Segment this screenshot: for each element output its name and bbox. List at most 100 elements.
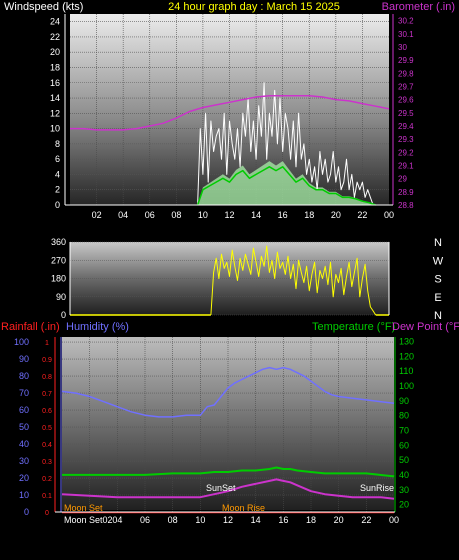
compass-label: W (433, 255, 444, 267)
wind-hour-tick-label: 14 (251, 210, 261, 220)
climate-hour-tick-label: 10 (195, 515, 205, 525)
wind-hour-tick-label: 12 (224, 210, 234, 220)
sunrise-label: SunRise (360, 483, 394, 493)
barometer-tick-label: 29.5 (398, 109, 414, 118)
temperature-tick-label: 130 (399, 336, 414, 346)
direction-degree-label: 90 (56, 292, 66, 302)
windspeed-tick-label: 2 (55, 185, 60, 195)
climate-hour-tick-label: 16 (278, 515, 288, 525)
climate-hour-tick-label: 08 (168, 515, 178, 525)
windspeed-tick-label: 24 (50, 17, 60, 27)
wind-hour-tick-label: 04 (118, 210, 128, 220)
direction-degree-labels: 0 90 180 270 360 (51, 237, 66, 320)
weather-graph-page: Windspeed (kts) 24 hour graph day : Marc… (0, 0, 459, 555)
temperature-tick-label: 50 (399, 455, 409, 465)
wind-hour-tick-label: 08 (171, 210, 181, 220)
windspeed-tick-label: 4 (55, 169, 60, 179)
rainfall-tick-label: 0.2 (42, 476, 52, 483)
rainfall-tick-label: 0.8 (42, 374, 52, 381)
rainfall-tick-label: 0.7 (42, 391, 52, 398)
climate-hour-tick-label: 14 (251, 515, 261, 525)
humidity-tick-label: 40 (19, 439, 29, 449)
rainfall-tick-label: 0 (45, 510, 49, 517)
windspeed-tick-label: 16 (50, 78, 60, 88)
rainfall-tick-labels: 0 0.1 0.2 0.3 0.4 0.5 0.6 0.7 0.8 0.9 1 (42, 340, 52, 517)
rainfall-tick-label: 0.3 (42, 459, 52, 466)
climate-hour-tick-label: 04 (112, 515, 122, 525)
barometer-tick-label: 30.2 (398, 17, 414, 26)
windspeed-tick-label: 10 (50, 124, 60, 134)
sunset-label: SunSet (206, 483, 236, 493)
graph-title: 24 hour graph day : March 15 2025 (168, 1, 340, 13)
barometer-tick-label: 29.8 (398, 69, 414, 78)
rainfall-tick-label: 0.9 (42, 357, 52, 364)
wind-hour-tick-label: 02 (92, 210, 102, 220)
rainfall-tick-label: 1 (45, 340, 49, 347)
climate-hour-tick-label: 06 (140, 515, 150, 525)
humidity-tick-label: 0 (24, 507, 29, 517)
barometer-tick-label: 30.1 (398, 30, 414, 39)
climate-hour-tick-label: 12 (223, 515, 233, 525)
windspeed-tick-label: 8 (55, 139, 60, 149)
direction-degree-label: 0 (61, 310, 66, 320)
climate-hour-tick-label: 00 (389, 515, 399, 525)
direction-degree-label: 270 (51, 255, 66, 265)
wind-hour-tick-label: 00 (384, 210, 394, 220)
climate-panel: Rainfall (.in) Humidity (%) Temperature … (1, 321, 459, 525)
climate-hour-tick-label: 22 (361, 515, 371, 525)
humidity-tick-label: 30 (19, 456, 29, 466)
humidity-tick-label: 60 (19, 405, 29, 415)
wind-hour-tick-label: 10 (198, 210, 208, 220)
windspeed-tick-label: 12 (50, 108, 60, 118)
barometer-tick-label: 29.6 (398, 96, 414, 105)
humidity-tick-label: 70 (19, 388, 29, 398)
moon-set-axis-label: Moon Set02 (64, 515, 113, 525)
windspeed-tick-labels: 024681012141618202224 (50, 17, 60, 210)
moon-set-label: Moon Set (64, 503, 103, 513)
climate-hour-tick-labels: 04 06 08 10 12 14 16 18 20 22 00 (112, 515, 399, 525)
temperature-tick-label: 40 (399, 470, 409, 480)
barometer-tick-label: 28.8 (398, 201, 414, 210)
wind-hour-tick-label: 18 (304, 210, 314, 220)
compass-label: S (434, 274, 441, 286)
wind-hour-tick-label: 16 (278, 210, 288, 220)
humidity-tick-label: 90 (19, 354, 29, 364)
temperature-tick-label: 110 (399, 366, 413, 376)
wind-hour-tick-label: 06 (145, 210, 155, 220)
temperature-tick-label: 30 (399, 485, 409, 495)
humidity-tick-labels: 0 10 20 30 40 50 60 70 80 90 100 (14, 337, 29, 517)
temperature-tick-label: 20 (399, 500, 409, 510)
temperature-tick-label: 90 (399, 396, 409, 406)
temperature-tick-labels: 20 30 40 50 60 70 80 90 100 110 120 130 (399, 336, 414, 509)
temperature-tick-label: 70 (399, 425, 409, 435)
rainfall-tick-label: 0.6 (42, 408, 52, 415)
direction-plot-area (70, 242, 389, 315)
rainfall-tick-label: 0.1 (42, 493, 52, 500)
wind-hour-tick-label: 20 (331, 210, 341, 220)
wind-hour-tick-labels: 02 04 06 08 10 12 14 16 18 20 22 00 (92, 210, 394, 220)
barometer-tick-label: 29.9 (398, 56, 414, 65)
windspeed-tick-label: 20 (50, 47, 60, 57)
temperature-tick-label: 120 (399, 351, 414, 361)
wind-hour-tick-label: 22 (357, 210, 367, 220)
rainfall-tick-label: 0.4 (42, 442, 52, 449)
direction-degree-label: 360 (51, 237, 66, 247)
temperature-tick-label: 80 (399, 411, 409, 421)
compass-label: E (434, 292, 441, 304)
humidity-axis-title: Humidity (%) (66, 321, 129, 333)
barometer-tick-label: 29.2 (398, 148, 414, 157)
barometer-axis-title: Barometer (.in) (382, 1, 455, 13)
moon-rise-label: Moon Rise (222, 503, 265, 513)
humidity-tick-label: 80 (19, 371, 29, 381)
barometer-tick-label: 29.4 (398, 122, 414, 131)
barometer-tick-label: 29.7 (398, 82, 414, 91)
temperature-tick-label: 100 (399, 381, 414, 391)
rainfall-axis-title: Rainfall (.in) (1, 321, 60, 333)
humidity-tick-label: 10 (19, 490, 29, 500)
windspeed-tick-label: 22 (50, 32, 60, 42)
humidity-tick-label: 100 (14, 337, 29, 347)
temperature-axis-title: Temperature (°F) (312, 321, 395, 333)
barometer-tick-label: 29 (398, 175, 407, 184)
climate-hour-tick-label: 18 (306, 515, 316, 525)
windspeed-tick-label: 18 (50, 62, 60, 72)
